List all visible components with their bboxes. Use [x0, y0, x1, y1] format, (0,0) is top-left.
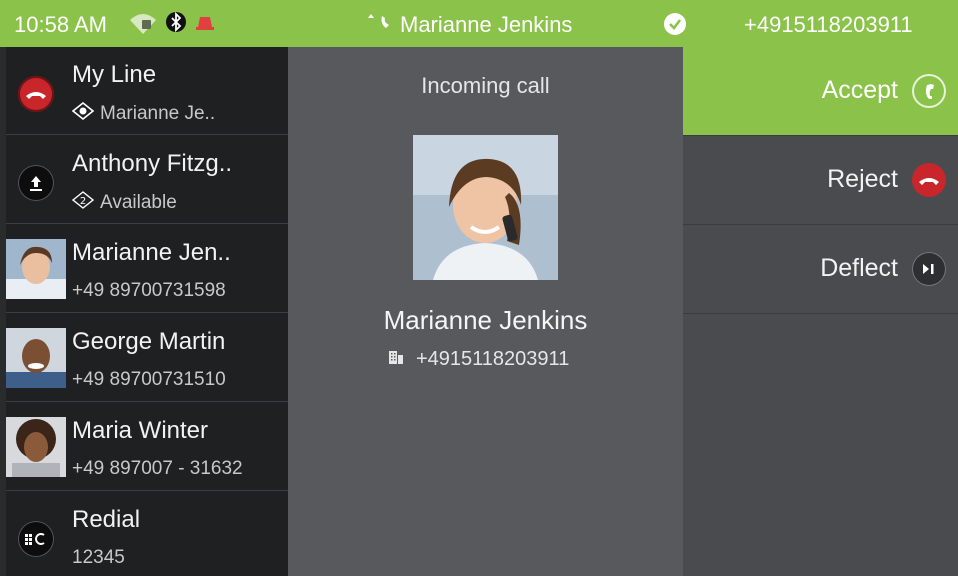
sidebar-item-title: Maria Winter: [72, 417, 209, 444]
sidebar-item-title: Marianne Jen..: [72, 239, 231, 266]
sidebar-item-maria[interactable]: Maria Winter +49 897007 - 31632: [6, 403, 288, 491]
number-2-icon: 2: [71, 191, 95, 215]
sidebar-item-redial[interactable]: Redial 12345: [6, 492, 288, 576]
status-caller: Marianne Jenkins: [366, 12, 572, 38]
wifi-icon: [128, 10, 158, 39]
hangup-icon: [912, 163, 946, 197]
bluetooth-icon: [166, 10, 186, 39]
sidebar-item-title: Redial: [72, 506, 141, 533]
call-actions: Accept Reject Deflect: [683, 47, 958, 576]
status-number: +4915118203911: [744, 12, 913, 37]
caller-name: Marianne Jenkins: [383, 305, 588, 335]
reject-label: Reject: [827, 165, 898, 193]
sidebar-item-george[interactable]: George Martin +49 89700731510: [6, 314, 288, 402]
sidebar-item-title: Anthony Fitzg..: [72, 150, 233, 177]
sidebar-item-title: My Line: [72, 61, 157, 88]
caller-photo: [413, 135, 558, 280]
deflect-label: Deflect: [820, 254, 898, 282]
accept-label: Accept: [821, 76, 898, 104]
sidebar-item-anthony[interactable]: Anthony Fitzg.. 2 Available: [6, 136, 288, 224]
accept-phone-icon: [912, 74, 946, 108]
sidebar-item-my-line[interactable]: My Line Marianne Je..: [6, 47, 288, 135]
svg-text:2: 2: [80, 196, 86, 207]
status-caller-name: Marianne Jenkins: [400, 12, 573, 37]
status-icon: [71, 101, 95, 126]
sidebar-item-sub: Marianne Je..: [71, 101, 215, 126]
status-time: 10:58 AM: [14, 12, 107, 37]
deflect-icon: [912, 252, 946, 286]
sidebar: My Line Marianne Je.. Anthony Fitzg.. 2 …: [6, 47, 288, 576]
sidebar-item-sub: +49 897007 - 31632: [72, 458, 243, 479]
reject-button[interactable]: Reject: [683, 136, 958, 225]
sidebar-item-marianne[interactable]: Marianne Jen.. +49 89700731598: [6, 225, 288, 313]
sidebar-item-sub: 12345: [72, 547, 125, 568]
phone-transfer-icon: [366, 12, 392, 38]
accept-button[interactable]: Accept: [683, 47, 958, 136]
hangup-icon: [18, 76, 54, 112]
status-icons: [128, 11, 216, 37]
alert-bell-icon: [194, 11, 216, 38]
check-icon: [664, 13, 686, 35]
avatar: [6, 239, 66, 299]
incoming-call-label: Incoming call: [421, 73, 550, 98]
avatar: [6, 417, 66, 477]
sidebar-item-sub: +49 89700731598: [72, 280, 226, 301]
redial-icon: [18, 521, 54, 557]
building-icon: [388, 348, 404, 371]
status-bar: 10:58 AM Marianne Jenkins +4915118203911: [0, 0, 958, 47]
caller-number-row: +4915118203911: [388, 348, 569, 371]
avatar: [6, 328, 66, 388]
deflect-button[interactable]: Deflect: [683, 225, 958, 314]
sidebar-item-title: George Martin: [72, 328, 226, 355]
incoming-call-panel: Incoming call Marianne Jenkins +49151182…: [288, 47, 683, 576]
sidebar-item-sub: +49 89700731510: [72, 369, 226, 390]
sidebar-item-sub: 2 Available: [71, 191, 177, 215]
caller-number: +4915118203911: [416, 348, 570, 370]
upload-icon: [18, 165, 54, 201]
